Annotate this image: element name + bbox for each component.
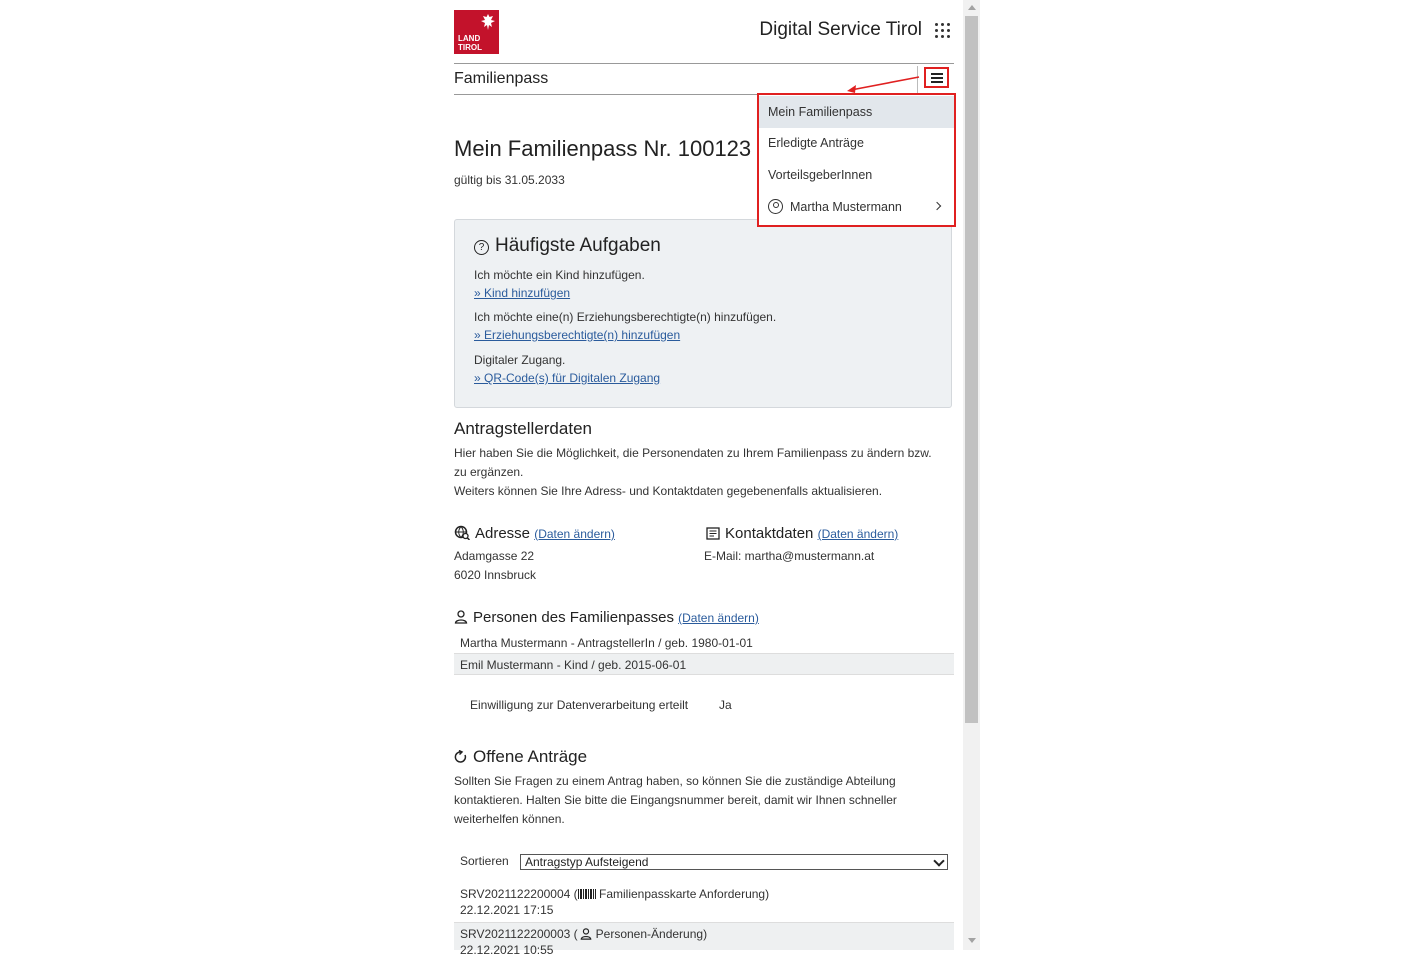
person-icon [454,610,468,624]
contact-card-icon [706,527,720,540]
refresh-icon [454,750,467,763]
address-change-link[interactable]: (Daten ändern) [534,527,615,541]
logo-text: LAND TIROL [458,34,482,52]
menu-item-user[interactable]: Martha Mustermann [759,191,954,223]
task-text: Digitaler Zugang. [474,353,566,367]
task-text: Ich möchte eine(n) Erziehungsberechtigte… [474,310,777,324]
globe-search-icon [454,525,470,540]
address-city: 6020 Innsbruck [454,568,537,582]
app-grid-icon[interactable] [935,23,951,39]
open-text: Sollten Sie Fragen zu einem Antrag haben… [454,774,896,788]
barcode-icon [577,889,596,899]
qr-code-link[interactable]: » QR-Code(s) für Digitalen Zugang [474,371,660,385]
page-subtitle: Familienpass [454,70,549,87]
open-text: weiterhelfen können. [454,812,565,826]
contact-email: E-Mail: martha@mustermann.at [704,549,875,563]
frequent-tasks-box: ? Häufigste Aufgaben Ich möchte ein Kind … [454,219,952,408]
scrollbar-thumb[interactable] [965,16,978,723]
menu-item-vorteilsgeber[interactable]: VorteilsgeberInnen [759,159,954,191]
tasks-heading: ? Häufigste Aufgaben [474,235,661,257]
contact-heading: Kontaktdaten (Daten ändern) [706,525,898,542]
eagle-icon [481,14,495,30]
scroll-up-icon[interactable] [968,5,976,10]
divider [454,63,954,64]
user-circle-icon [768,199,783,214]
applicant-text: Hier haben Sie die Möglichkeit, die Pers… [454,446,932,460]
address-heading: Adresse (Daten ändern) [454,525,615,542]
hamburger-icon [930,72,943,75]
contact-change-link[interactable]: (Daten ändern) [818,527,899,541]
applicant-heading: Antragstellerdaten [454,419,592,438]
navigation-dropdown: Mein Familienpass Erledigte Anträge Vort… [757,93,956,227]
page-title: Mein Familienpass Nr. 100123 [454,136,752,161]
sort-select[interactable]: Antragstyp Aufsteigend [520,854,948,870]
open-text: kontaktieren. Halten Sie bitte die Einga… [454,793,897,807]
brand-title: Digital Service Tirol [759,19,922,40]
hamburger-menu-button[interactable] [924,67,949,88]
menu-item-erledigte-antraege[interactable]: Erledigte Anträge [759,127,954,159]
application-date: 22.12.2021 17:15 [460,903,554,917]
scroll-down-icon[interactable] [968,938,976,943]
scrollbar[interactable] [963,0,980,950]
add-child-link[interactable]: » Kind hinzufügen [474,286,570,300]
add-guardian-link[interactable]: » Erziehungsberechtigte(n) hinzufügen [474,328,680,342]
open-applications-heading: Offene Anträge [454,747,587,767]
person-row: Martha Mustermann - AntragstellerIn / ge… [460,636,753,650]
valid-until: gültig bis 31.05.2033 [454,173,565,187]
sort-label: Sortieren [460,854,509,868]
chevron-right-icon [932,201,942,211]
person-icon [580,928,592,940]
land-tirol-logo[interactable]: LAND TIROL [454,10,499,54]
applicant-text: zu ergänzen. [454,465,524,479]
person-row: Emil Mustermann - Kind / geb. 2015-06-01 [454,653,954,675]
persons-heading: Personen des Familienpasses (Daten änder… [454,609,759,626]
application-date: 22.12.2021 10:55 [460,943,554,957]
consent-value: Ja [719,698,732,712]
menu-item-mein-familienpass[interactable]: Mein Familienpass [759,96,954,128]
persons-change-link[interactable]: (Daten ändern) [678,611,759,625]
application-row[interactable]: SRV2021122200003 ( Personen-Änderung) 22… [454,922,954,957]
consent-label: Einwilligung zur Datenverarbeitung ertei… [470,698,689,712]
address-street: Adamgasse 22 [454,549,535,563]
application-row[interactable]: SRV2021122200004 ( Familienpasskarte Anf… [454,886,954,922]
applicant-text: Weiters können Sie Ihre Adress- und Kont… [454,484,883,498]
task-text: Ich möchte ein Kind hinzufügen. [474,268,645,282]
question-icon: ? [474,240,489,255]
chevron-down-icon [933,855,945,867]
